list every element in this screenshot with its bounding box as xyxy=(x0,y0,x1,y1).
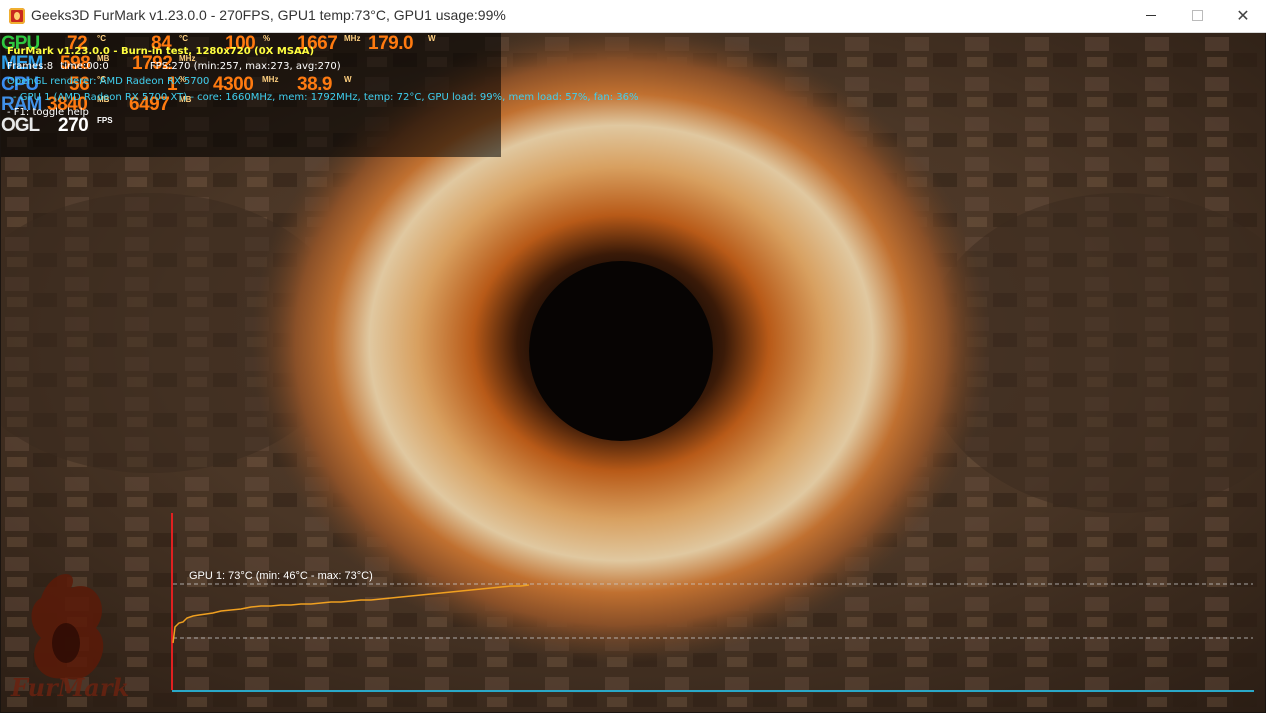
svg-text:FurMark: FurMark xyxy=(10,673,129,702)
maximize-button[interactable] xyxy=(1174,0,1220,32)
minimize-button[interactable] xyxy=(1128,0,1174,32)
title-bar[interactable]: Geeks3D FurMark v1.23.0.0 - 270FPS, GPU1… xyxy=(0,0,1266,33)
window-title: Geeks3D FurMark v1.23.0.0 - 270FPS, GPU1… xyxy=(31,7,506,23)
close-button[interactable]: ✕ xyxy=(1220,0,1266,32)
render-viewport[interactable]: GPU 72 °C 84 °C 100 % 1667 MHz 179.0 W F… xyxy=(1,33,1265,712)
gpu-temp-line xyxy=(172,584,530,644)
minimize-icon xyxy=(1146,15,1156,16)
graph-label: GPU 1: 73°C (min: 46°C - max: 73°C) xyxy=(189,570,373,582)
close-icon: ✕ xyxy=(1236,6,1250,25)
furmark-app-icon[interactable] xyxy=(9,8,25,24)
furmark-logo: FurMark xyxy=(10,574,129,702)
maximize-icon xyxy=(1191,10,1203,21)
furmark-window: Geeks3D FurMark v1.23.0.0 - 270FPS, GPU1… xyxy=(0,0,1266,713)
temperature-graph xyxy=(171,513,1254,692)
